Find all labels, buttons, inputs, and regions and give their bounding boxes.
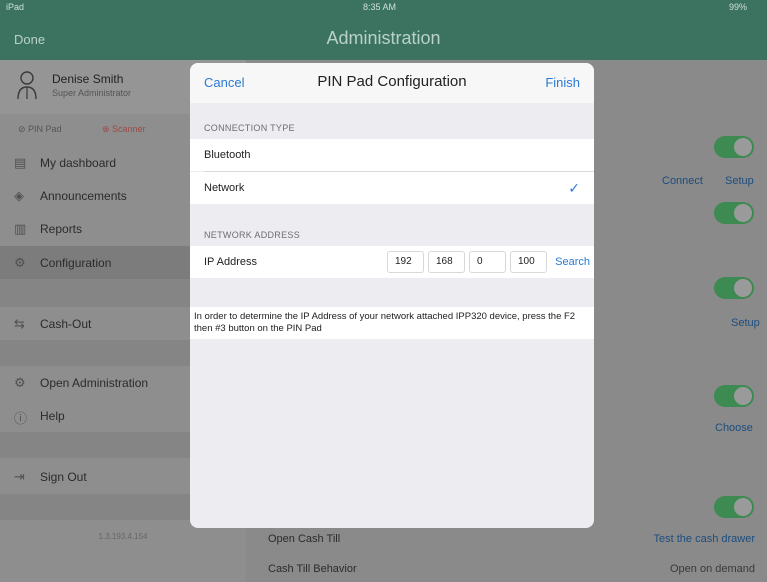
ip-octet-4-input[interactable]: 100 [510,251,547,273]
app-version: 1.3.193.4.154 [98,532,148,541]
pin-pad-configuration-modal: Cancel PIN Pad Configuration Finish CONN… [190,63,594,528]
megaphone-icon: ◈ [14,188,24,203]
user-role: Super Administrator [52,88,132,98]
setting-row-open-cash-till[interactable]: Open Cash Till Test the cash drawer [246,526,767,552]
toggle-switch[interactable] [714,496,754,518]
ip-address-label: IP Address [204,256,257,268]
search-button[interactable]: Search [555,256,590,268]
checkmark-icon: ✓ [568,180,580,196]
ip-octet-3-input[interactable]: 0 [469,251,506,273]
help-icon: ⓘ [14,411,28,426]
gear-icon: ⚙ [14,255,26,270]
network-address-header: NETWORK ADDRESS [204,230,301,240]
sign-out-icon: ⇥ [14,469,25,484]
cash-till-behavior-value: Open on demand [669,563,755,575]
choose-link[interactable]: Choose [715,422,753,434]
toggle-switch[interactable] [714,277,754,299]
pin-pad-status[interactable]: ⊘ PIN Pad [18,124,62,135]
battery-label: 99% [728,2,747,12]
setup-link[interactable]: Setup [725,175,754,187]
test-cash-drawer-link[interactable]: Test the cash drawer [654,533,756,545]
setup-link[interactable]: Setup [731,317,760,329]
option-bluetooth[interactable]: Bluetooth [190,139,594,171]
dashboard-icon: ▤ [14,155,27,170]
clock: 8:35 AM [363,2,397,12]
ip-octet-1-input[interactable]: 192 [387,251,424,273]
toggle-switch[interactable] [714,202,754,224]
user-name: Denise Smith [52,72,124,86]
cash-icon: ⇆ [14,316,25,331]
user-avatar-icon [16,70,38,100]
modal-title: PIN Pad Configuration [317,73,467,90]
ip-help-text: In order to determine the IP Address of … [190,307,594,339]
gear-icon: ⚙ [14,375,26,390]
carrier-label: iPad [6,2,25,12]
ip-octet-2-input[interactable]: 168 [428,251,465,273]
ip-address-row: IP Address 192 168 0 100 Search [190,246,594,278]
status-bar: iPad 8:35 AM 99% [0,0,767,14]
toggle-switch[interactable] [714,136,754,158]
scanner-status[interactable]: ⊗ Scanner [102,124,146,135]
option-network[interactable]: Network ✓ [190,172,594,204]
connection-type-header: CONNECTION TYPE [204,123,295,133]
report-icon: ▥ [14,221,27,236]
navigation-bar: Done Administration [0,14,767,60]
toggle-switch[interactable] [714,385,754,407]
connect-link[interactable]: Connect [662,175,703,187]
setting-row-cash-till-behavior[interactable]: Cash Till Behavior Open on demand [246,556,767,582]
modal-header: Cancel PIN Pad Configuration Finish [190,63,594,103]
finish-button[interactable]: Finish [545,75,580,90]
page-title: Administration [326,28,441,48]
